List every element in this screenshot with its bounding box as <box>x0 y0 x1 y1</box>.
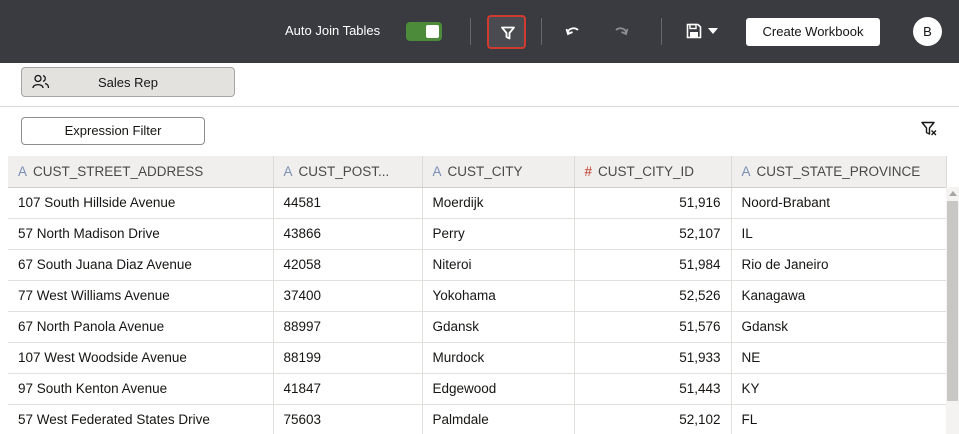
table-cell[interactable]: Yokohama <box>422 280 575 312</box>
text-type-icon: A <box>18 163 28 179</box>
table-cell[interactable]: 43866 <box>273 218 423 250</box>
table-row: 77 West Williams Avenue 37400 Yokohama 52,5… <box>8 280 947 312</box>
table-cell[interactable]: 97 South Kenton Avenue <box>8 373 274 405</box>
table-row: 107 South Hillside Avenue 44581 Moerdijk 51… <box>8 187 947 219</box>
dropdown-caret-icon[interactable] <box>708 28 718 35</box>
column-header[interactable]: A CUST_POST... <box>273 156 423 188</box>
column-header[interactable]: # CUST_CITY_ID <box>574 156 732 188</box>
table-cell[interactable]: 41847 <box>273 373 423 405</box>
save-icon[interactable] <box>686 23 702 39</box>
filter-icon <box>501 26 515 40</box>
toolbar-divider <box>541 18 542 45</box>
top-toolbar: Auto Join Tables Create Workbook B <box>0 0 959 63</box>
undo-icon[interactable] <box>565 24 581 38</box>
clear-filter-icon[interactable] <box>921 121 937 136</box>
table-cell[interactable]: 88199 <box>273 342 423 374</box>
table-cell[interactable]: KY <box>731 373 947 405</box>
expression-filter-button[interactable]: Expression Filter <box>21 117 205 145</box>
scroll-up-arrow-icon[interactable] <box>949 191 957 196</box>
table-cell[interactable]: 52,102 <box>574 404 732 434</box>
table-row: 67 South Juana Diaz Avenue 42058 Niteroi 51… <box>8 249 947 281</box>
table-cell[interactable]: 88997 <box>273 311 423 343</box>
toggle-knob <box>426 25 439 38</box>
table-cell[interactable]: 37400 <box>273 280 423 312</box>
text-type-icon: A <box>741 163 751 179</box>
table-header-row: A CUST_STREET_ADDRESS A CUST_POST... A CUST… <box>8 156 947 188</box>
table-cell[interactable]: Moerdijk <box>422 187 575 219</box>
auto-join-tables-label: Auto Join Tables <box>285 23 381 38</box>
table-cell[interactable]: Perry <box>422 218 575 250</box>
table-row: 57 North Madison Drive 43866 Perry 52,107 IL <box>8 218 947 250</box>
table-cell[interactable]: Murdock <box>422 342 575 374</box>
table-cell[interactable]: 75603 <box>273 404 423 434</box>
table-cell[interactable]: 51,443 <box>574 373 732 405</box>
toolbar-divider <box>470 18 471 45</box>
sales-rep-button[interactable]: Sales Rep <box>21 67 235 97</box>
toolbar-divider <box>661 18 662 45</box>
table-cell[interactable]: NE <box>731 342 947 374</box>
divider <box>0 106 959 107</box>
table-row: 67 North Panola Avenue 88997 Gdansk 51,576 G… <box>8 311 947 343</box>
table-cell[interactable]: FL <box>731 404 947 434</box>
table-cell[interactable]: 51,916 <box>574 187 732 219</box>
table-cell[interactable]: 67 South Juana Diaz Avenue <box>8 249 274 281</box>
users-icon <box>32 74 50 89</box>
table-cell[interactable]: 44581 <box>273 187 423 219</box>
table-cell[interactable]: 57 North Madison Drive <box>8 218 274 250</box>
table-row: 107 West Woodside Avenue 88199 Murdock 51,9… <box>8 342 947 374</box>
table-cell[interactable]: 107 West Woodside Avenue <box>8 342 274 374</box>
auto-join-tables-toggle[interactable] <box>406 22 442 41</box>
sales-rep-label: Sales Rep <box>98 75 158 90</box>
table-cell[interactable]: Edgewood <box>422 373 575 405</box>
table-cell[interactable]: Palmdale <box>422 404 575 434</box>
table-cell[interactable]: Gdansk <box>731 311 947 343</box>
data-table: A CUST_STREET_ADDRESS A CUST_POST... A CUST… <box>8 156 958 434</box>
create-workbook-button[interactable]: Create Workbook <box>746 18 880 46</box>
scrollbar-thumb[interactable] <box>947 201 958 401</box>
column-header[interactable]: A CUST_CITY <box>422 156 575 188</box>
table-cell[interactable]: IL <box>731 218 947 250</box>
table-cell[interactable]: 77 West Williams Avenue <box>8 280 274 312</box>
table-cell[interactable]: 67 North Panola Avenue <box>8 311 274 343</box>
table-cell[interactable]: Noord-Brabant <box>731 187 947 219</box>
table-cell[interactable]: 57 West Federated States Drive <box>8 404 274 434</box>
column-header[interactable]: A CUST_STATE_PROVINCE <box>731 156 947 188</box>
table-row: 97 South Kenton Avenue 41847 Edgewood 51,44… <box>8 373 947 405</box>
table-cell[interactable]: 51,933 <box>574 342 732 374</box>
table-cell[interactable]: Niteroi <box>422 249 575 281</box>
user-avatar[interactable]: B <box>913 17 942 46</box>
table-cell[interactable]: Rio de Janeiro <box>731 249 947 281</box>
vertical-scrollbar[interactable] <box>946 187 959 434</box>
number-type-icon: # <box>584 163 593 179</box>
text-type-icon: A <box>283 163 293 179</box>
table-cell[interactable]: 42058 <box>273 249 423 281</box>
table-cell[interactable]: 51,576 <box>574 311 732 343</box>
table-cell[interactable]: 52,526 <box>574 280 732 312</box>
table-cell[interactable]: 51,984 <box>574 249 732 281</box>
text-type-icon: A <box>432 163 442 179</box>
filter-button[interactable] <box>487 15 526 49</box>
table-cell[interactable]: Kanagawa <box>731 280 947 312</box>
table-cell[interactable]: 52,107 <box>574 218 732 250</box>
table-cell[interactable]: Gdansk <box>422 311 575 343</box>
table-row: 57 West Federated States Drive 75603 Palmd… <box>8 404 947 434</box>
column-header[interactable]: A CUST_STREET_ADDRESS <box>8 156 274 188</box>
redo-icon[interactable] <box>613 24 629 38</box>
table-cell[interactable]: 107 South Hillside Avenue <box>8 187 274 219</box>
